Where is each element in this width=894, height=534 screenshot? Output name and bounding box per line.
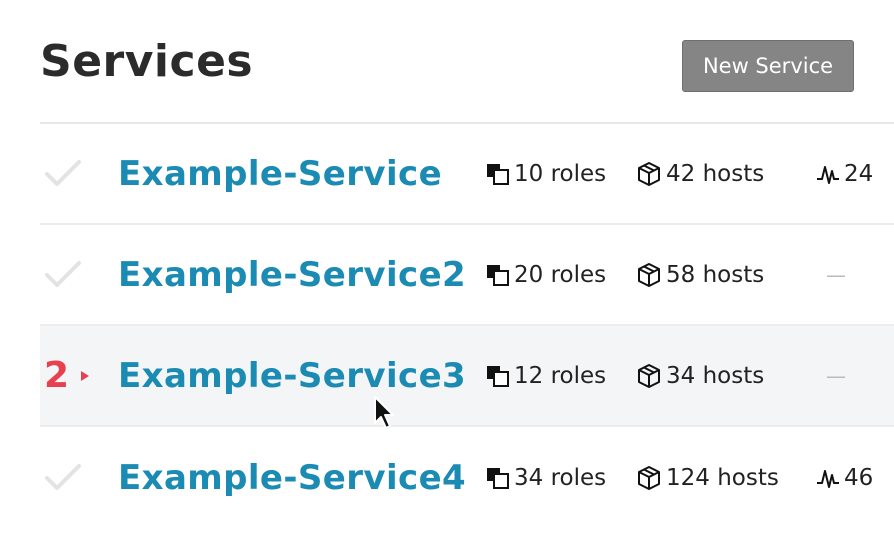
service-name-link[interactable]: Example-Service3 [118, 326, 466, 425]
metric-stat: 24 [816, 124, 873, 223]
hosts-count: 58 hosts [666, 261, 765, 288]
pulse-icon [816, 465, 840, 491]
metric-empty-dash: — [826, 363, 846, 388]
alert-count: 2 [44, 355, 70, 396]
metric-empty-dash: — [826, 262, 846, 287]
roles-icon [486, 264, 510, 286]
roles-icon [486, 467, 510, 489]
metric-stat: 46 [816, 427, 873, 528]
service-row: Example-Service 10 roles 42 hosts 24 [40, 124, 894, 225]
metric-value: 24 [844, 160, 874, 187]
service-name-link[interactable]: Example-Service4 [118, 427, 466, 528]
hosts-count: 34 hosts [666, 362, 765, 389]
roles-stat: 10 roles [486, 124, 606, 223]
service-name-link[interactable]: Example-Service [118, 124, 442, 223]
roles-count: 12 roles [514, 362, 607, 389]
roles-count: 20 roles [514, 261, 607, 288]
hosts-stat: 42 hosts [636, 124, 764, 223]
page-header: Services New Service [0, 0, 894, 122]
cube-icon [636, 161, 662, 187]
roles-stat: 12 roles [486, 326, 606, 425]
check-icon [44, 260, 82, 290]
roles-count: 34 roles [514, 464, 607, 491]
roles-count: 10 roles [514, 160, 607, 187]
metric-value: 46 [844, 464, 874, 491]
service-row: Example-Service2 20 roles 58 hosts — [40, 225, 894, 326]
pulse-icon [816, 161, 840, 187]
check-icon [44, 159, 82, 189]
hosts-stat: 58 hosts [636, 225, 764, 324]
service-name-link[interactable]: Example-Service2 [118, 225, 466, 324]
status-indicator [44, 124, 114, 223]
check-icon [44, 463, 82, 493]
cube-icon [636, 262, 662, 288]
status-indicator [44, 427, 114, 528]
hosts-count: 42 hosts [666, 160, 765, 187]
new-service-button[interactable]: New Service [682, 40, 854, 92]
roles-icon [486, 163, 510, 185]
services-list: Example-Service 10 roles 42 hosts 24 Exa… [40, 122, 894, 528]
caret-right-icon[interactable] [81, 370, 90, 381]
roles-stat: 34 roles [486, 427, 606, 528]
hosts-count: 124 hosts [666, 464, 779, 491]
hosts-stat: 124 hosts [636, 427, 779, 528]
hosts-stat: 34 hosts [636, 326, 764, 425]
status-indicator [44, 225, 114, 324]
roles-stat: 20 roles [486, 225, 606, 324]
service-row: Example-Service4 34 roles 124 hosts 46 [40, 427, 894, 528]
roles-icon [486, 365, 510, 387]
page-title: Services [40, 36, 254, 87]
status-indicator: 2 [44, 326, 114, 425]
cube-icon [636, 465, 662, 491]
cube-icon [636, 363, 662, 389]
service-row: 2 Example-Service3 12 roles 34 hosts — [40, 326, 894, 427]
